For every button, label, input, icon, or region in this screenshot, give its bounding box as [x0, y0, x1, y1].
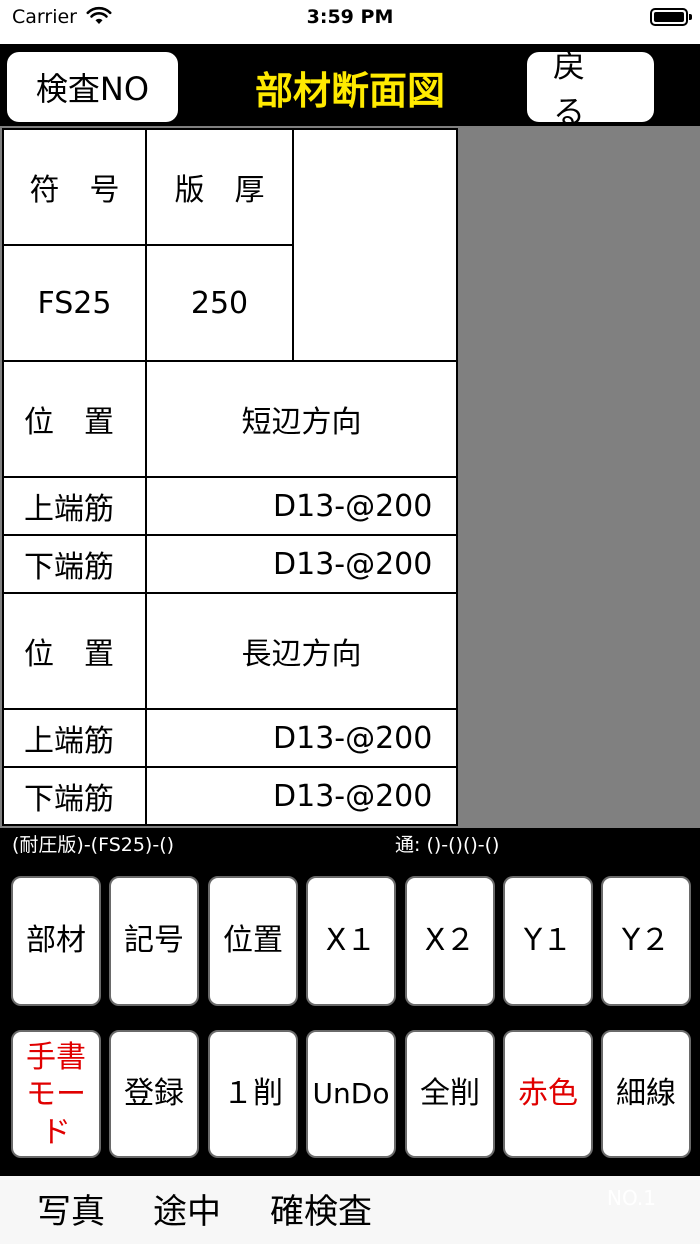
- member-thickness: 250: [145, 244, 294, 362]
- thickness-header: 版 厚: [145, 128, 294, 246]
- rebar-bottom-value: D13-@200: [145, 534, 458, 594]
- rebar-top-value: D13-@200: [145, 708, 458, 768]
- red-color-key[interactable]: 赤色: [503, 1030, 593, 1158]
- undo-key[interactable]: UnDo: [306, 1030, 396, 1158]
- photo-button[interactable]: 写真: [37, 1184, 105, 1233]
- section-table-panel: 符 号 版 厚 FS25 250 位 置 短辺方向 上端筋 D13-@200 下…: [0, 126, 700, 828]
- position-label-long: 位 置: [2, 592, 147, 710]
- rebar-bottom-value: D13-@200: [145, 766, 458, 826]
- rebar-bottom-label: 下端筋: [2, 766, 147, 826]
- short-direction-header: 短辺方向: [145, 360, 458, 478]
- x2-key[interactable]: X２: [405, 876, 495, 1006]
- symbol-key[interactable]: 記号: [109, 876, 199, 1006]
- delete-all-key[interactable]: 全削: [405, 1030, 495, 1158]
- bottom-toolbar: 写真 途中 確検査 NO.1: [0, 1176, 700, 1244]
- y2-key[interactable]: Y２: [601, 876, 691, 1006]
- rebar-top-label: 上端筋: [2, 476, 147, 536]
- symbol-header: 符 号: [2, 128, 147, 246]
- grid-path-label: 通: ()-()()-(): [395, 834, 500, 856]
- x1-key[interactable]: X１: [306, 876, 396, 1006]
- nav-bar: 検査NO 部材断面図 戻る: [0, 44, 700, 131]
- delete-one-key[interactable]: １削: [208, 1030, 298, 1158]
- thin-line-key[interactable]: 細線: [601, 1030, 691, 1158]
- rebar-top-label: 上端筋: [2, 708, 147, 768]
- handwrite-mode-key[interactable]: 手書モード: [11, 1030, 101, 1158]
- back-button[interactable]: 戻る: [527, 47, 654, 131]
- blank-cell: [292, 128, 458, 362]
- midway-button[interactable]: 途中: [153, 1184, 221, 1233]
- position-key[interactable]: 位置: [208, 876, 298, 1006]
- member-symbol: FS25: [2, 244, 147, 362]
- status-bar: Carrier 3:59 PM: [0, 0, 700, 44]
- member-key[interactable]: 部材: [11, 876, 101, 1006]
- position-label-short: 位 置: [2, 360, 147, 478]
- long-direction-header: 長辺方向: [145, 592, 458, 710]
- inspection-number-label: NO.1: [607, 1186, 656, 1210]
- member-path-label: (耐圧版)-(FS25)-(): [12, 834, 175, 856]
- rebar-top-value: D13-@200: [145, 476, 458, 536]
- clock: 3:59 PM: [306, 6, 394, 28]
- confirm-inspection-button[interactable]: 確検査: [270, 1184, 372, 1233]
- y1-key[interactable]: Y１: [503, 876, 593, 1006]
- rebar-bottom-label: 下端筋: [2, 534, 147, 594]
- register-key[interactable]: 登録: [109, 1030, 199, 1158]
- battery-icon: [650, 8, 692, 26]
